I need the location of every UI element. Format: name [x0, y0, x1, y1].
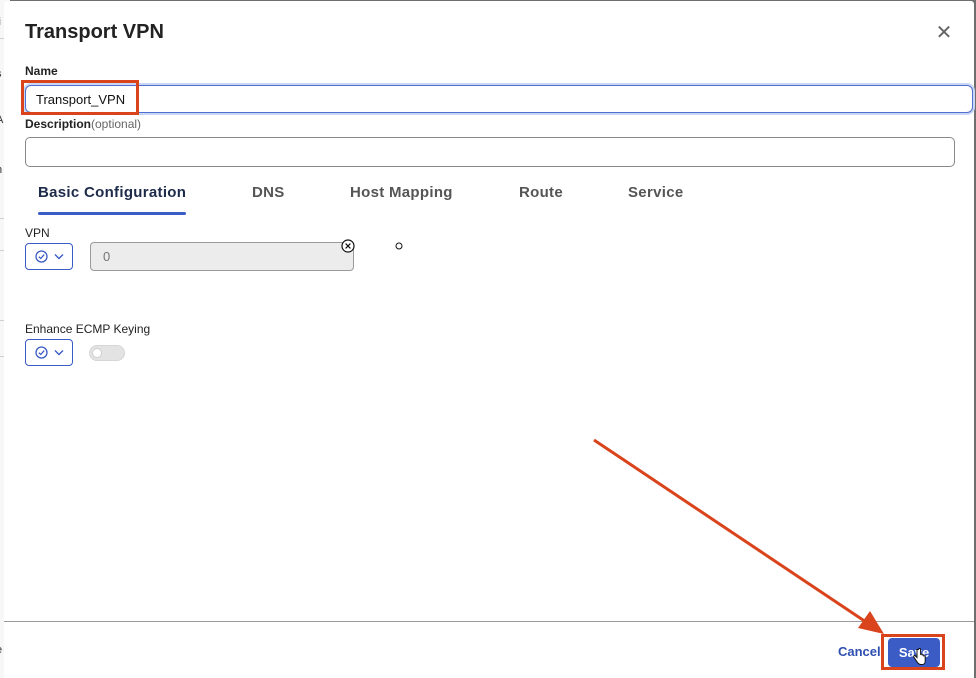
tab-service[interactable]: Service	[628, 184, 683, 201]
footer-divider	[4, 621, 974, 622]
toggle-knob	[92, 348, 102, 358]
ecmp-label: Enhance ECMP Keying	[25, 322, 151, 336]
check-circle-icon	[35, 250, 48, 263]
tab-route[interactable]: Route	[519, 184, 563, 201]
bg-text-fragment: A	[0, 114, 3, 126]
ecmp-scope-dropdown[interactable]	[25, 339, 73, 366]
transport-vpn-modal: Transport VPN ✕ Name Description(optiona…	[4, 1, 974, 678]
bg-text-fragment: li	[0, 16, 1, 28]
clear-icon[interactable]	[341, 239, 355, 253]
check-circle-icon	[35, 346, 48, 359]
optional-hint: (optional)	[91, 117, 142, 131]
cancel-button[interactable]: Cancel	[838, 644, 881, 659]
description-input[interactable]	[25, 137, 955, 167]
tab-host-mapping[interactable]: Host Mapping	[350, 184, 453, 201]
vpn-scope-dropdown[interactable]	[25, 243, 73, 270]
vpn-label: VPN	[25, 226, 50, 240]
chevron-down-icon	[54, 254, 64, 260]
modal-title: Transport VPN	[25, 21, 164, 43]
chevron-down-icon	[54, 350, 64, 356]
ecmp-toggle[interactable]	[89, 345, 125, 361]
tab-basic-configuration[interactable]: Basic Configuration	[38, 184, 186, 201]
name-label: Name	[25, 64, 58, 78]
circle-icon	[395, 242, 403, 250]
close-icon[interactable]: ✕	[934, 23, 954, 43]
description-label: Description(optional)	[25, 117, 141, 131]
bg-text-fragment: s	[0, 68, 2, 80]
bg-text-fragment: h	[0, 164, 2, 176]
tab-dns[interactable]: DNS	[252, 184, 285, 201]
active-tab-indicator	[38, 212, 186, 215]
vpn-input[interactable]	[90, 242, 354, 271]
name-input[interactable]	[25, 85, 973, 113]
save-button[interactable]: Save	[888, 638, 940, 667]
bg-text-fragment: e	[0, 644, 2, 656]
description-label-text: Description	[25, 117, 92, 131]
